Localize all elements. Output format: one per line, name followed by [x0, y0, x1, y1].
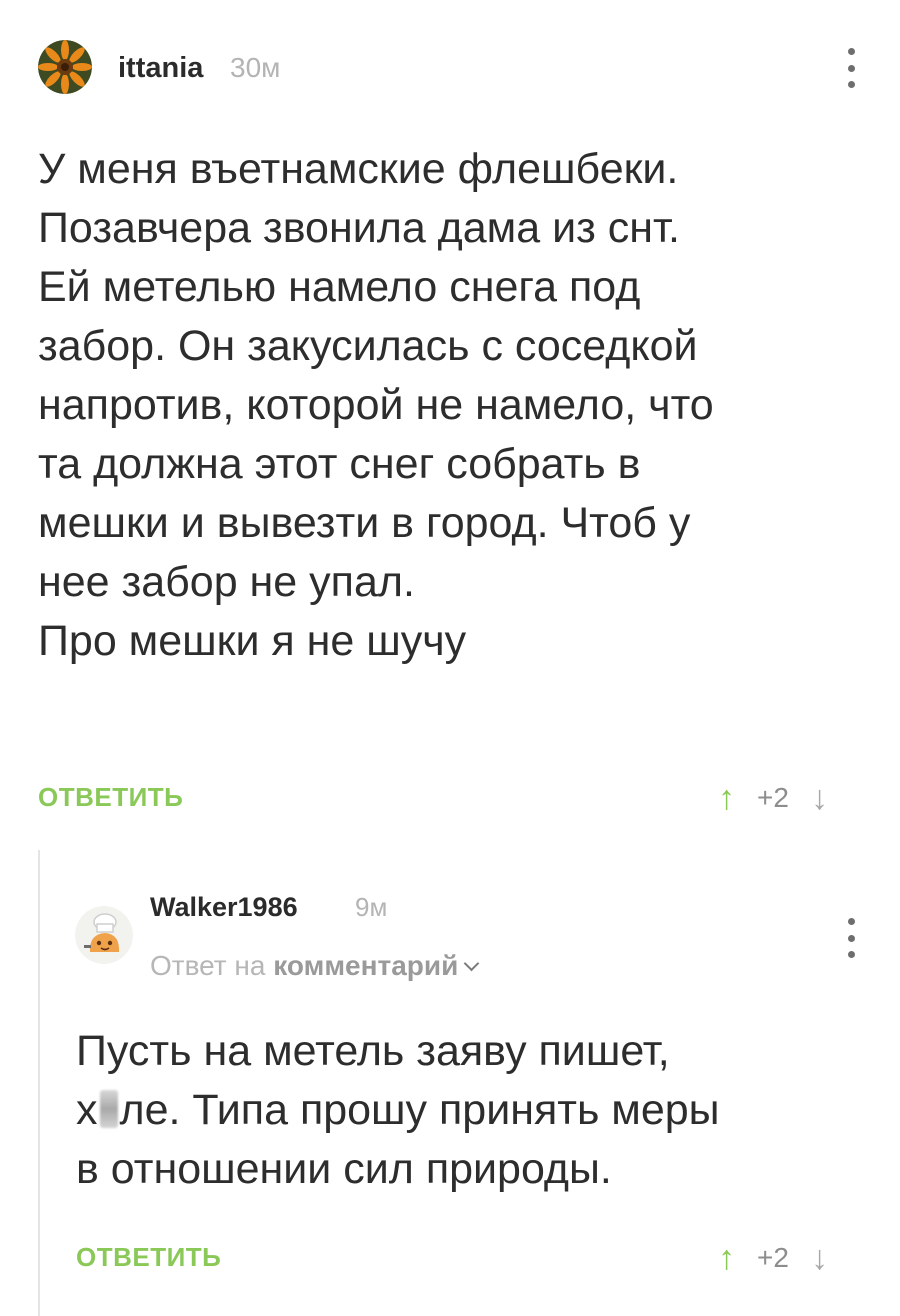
upvote-arrow-icon[interactable]: ↑ — [718, 778, 735, 818]
comment-time: 9м — [355, 892, 388, 922]
rating-score: +2 — [757, 782, 789, 813]
comment-text-line: х ле. Типа прошу принять меры — [76, 1081, 876, 1140]
cartoon-chef-icon — [75, 906, 133, 964]
reply-to-prefix: Ответ на — [150, 950, 266, 981]
comment-text: У меня въетнамские флешбеки. Позавчера з… — [38, 140, 878, 671]
comment-text-fragment: х — [76, 1086, 98, 1134]
reply-button[interactable]: ОТВЕТИТЬ — [38, 782, 183, 813]
comment-text-fragment: ле. Типа прошу принять меры — [119, 1086, 720, 1134]
comment-rating: ↑ +2 ↓ — [718, 1238, 828, 1278]
comment-text-line: Позавчера звонила дама из снт. — [38, 204, 680, 252]
comment-text-line: забор. Он закусилась с соседкой — [38, 322, 698, 370]
comment-rating: ↑ +2 ↓ — [718, 778, 828, 818]
downvote-arrow-icon[interactable]: ↓ — [811, 778, 828, 818]
more-options-icon[interactable] — [846, 48, 856, 88]
orange-flower-icon — [38, 40, 92, 94]
comment: ittania 30м У меня въетнамские флешбеки.… — [0, 0, 900, 830]
comment-author[interactable]: ittania — [118, 52, 203, 85]
comment-author[interactable]: Walker1986 — [150, 892, 298, 923]
chevron-down-icon[interactable] — [464, 955, 480, 972]
comment-text-line: в отношении сил природы. — [76, 1145, 612, 1193]
comment-text-line: мешки и вывезти в город. Чтоб у — [38, 499, 691, 547]
rating-score: +2 — [757, 1242, 789, 1273]
comment-text-line: напротив, которой не намело, что — [38, 381, 714, 429]
comment-text-line: Про мешки я не шучу — [38, 617, 467, 665]
user-avatar[interactable] — [38, 40, 92, 94]
user-avatar[interactable] — [75, 906, 133, 964]
reply-comment: Walker1986 9м Ответ на комментарий Пусть… — [0, 850, 900, 1316]
downvote-arrow-icon[interactable]: ↓ — [811, 1238, 828, 1278]
comment-text-line: Ей метелью намело снега под — [38, 263, 641, 311]
censored-blur — [99, 1090, 118, 1128]
comment-text-line: та должна этот снег собрать в — [38, 440, 641, 488]
more-options-icon[interactable] — [846, 918, 856, 958]
reply-button[interactable]: ОТВЕТИТЬ — [76, 1242, 221, 1273]
comment-text-line: нее забор не упал. — [38, 558, 415, 606]
comment-text-line: Пусть на метель заяву пишет, — [76, 1027, 670, 1075]
reply-to-link[interactable]: комментарий — [273, 950, 458, 981]
comment-text-line: У меня въетнамские флешбеки. — [38, 145, 679, 193]
comment-text: Пусть на метель заяву пишет, х ле. Типа п… — [76, 1022, 876, 1199]
reply-to-info: Ответ на комментарий — [150, 950, 480, 982]
upvote-arrow-icon[interactable]: ↑ — [718, 1238, 735, 1278]
comment-time: 30м — [230, 52, 281, 83]
thread-line[interactable] — [38, 850, 40, 1316]
